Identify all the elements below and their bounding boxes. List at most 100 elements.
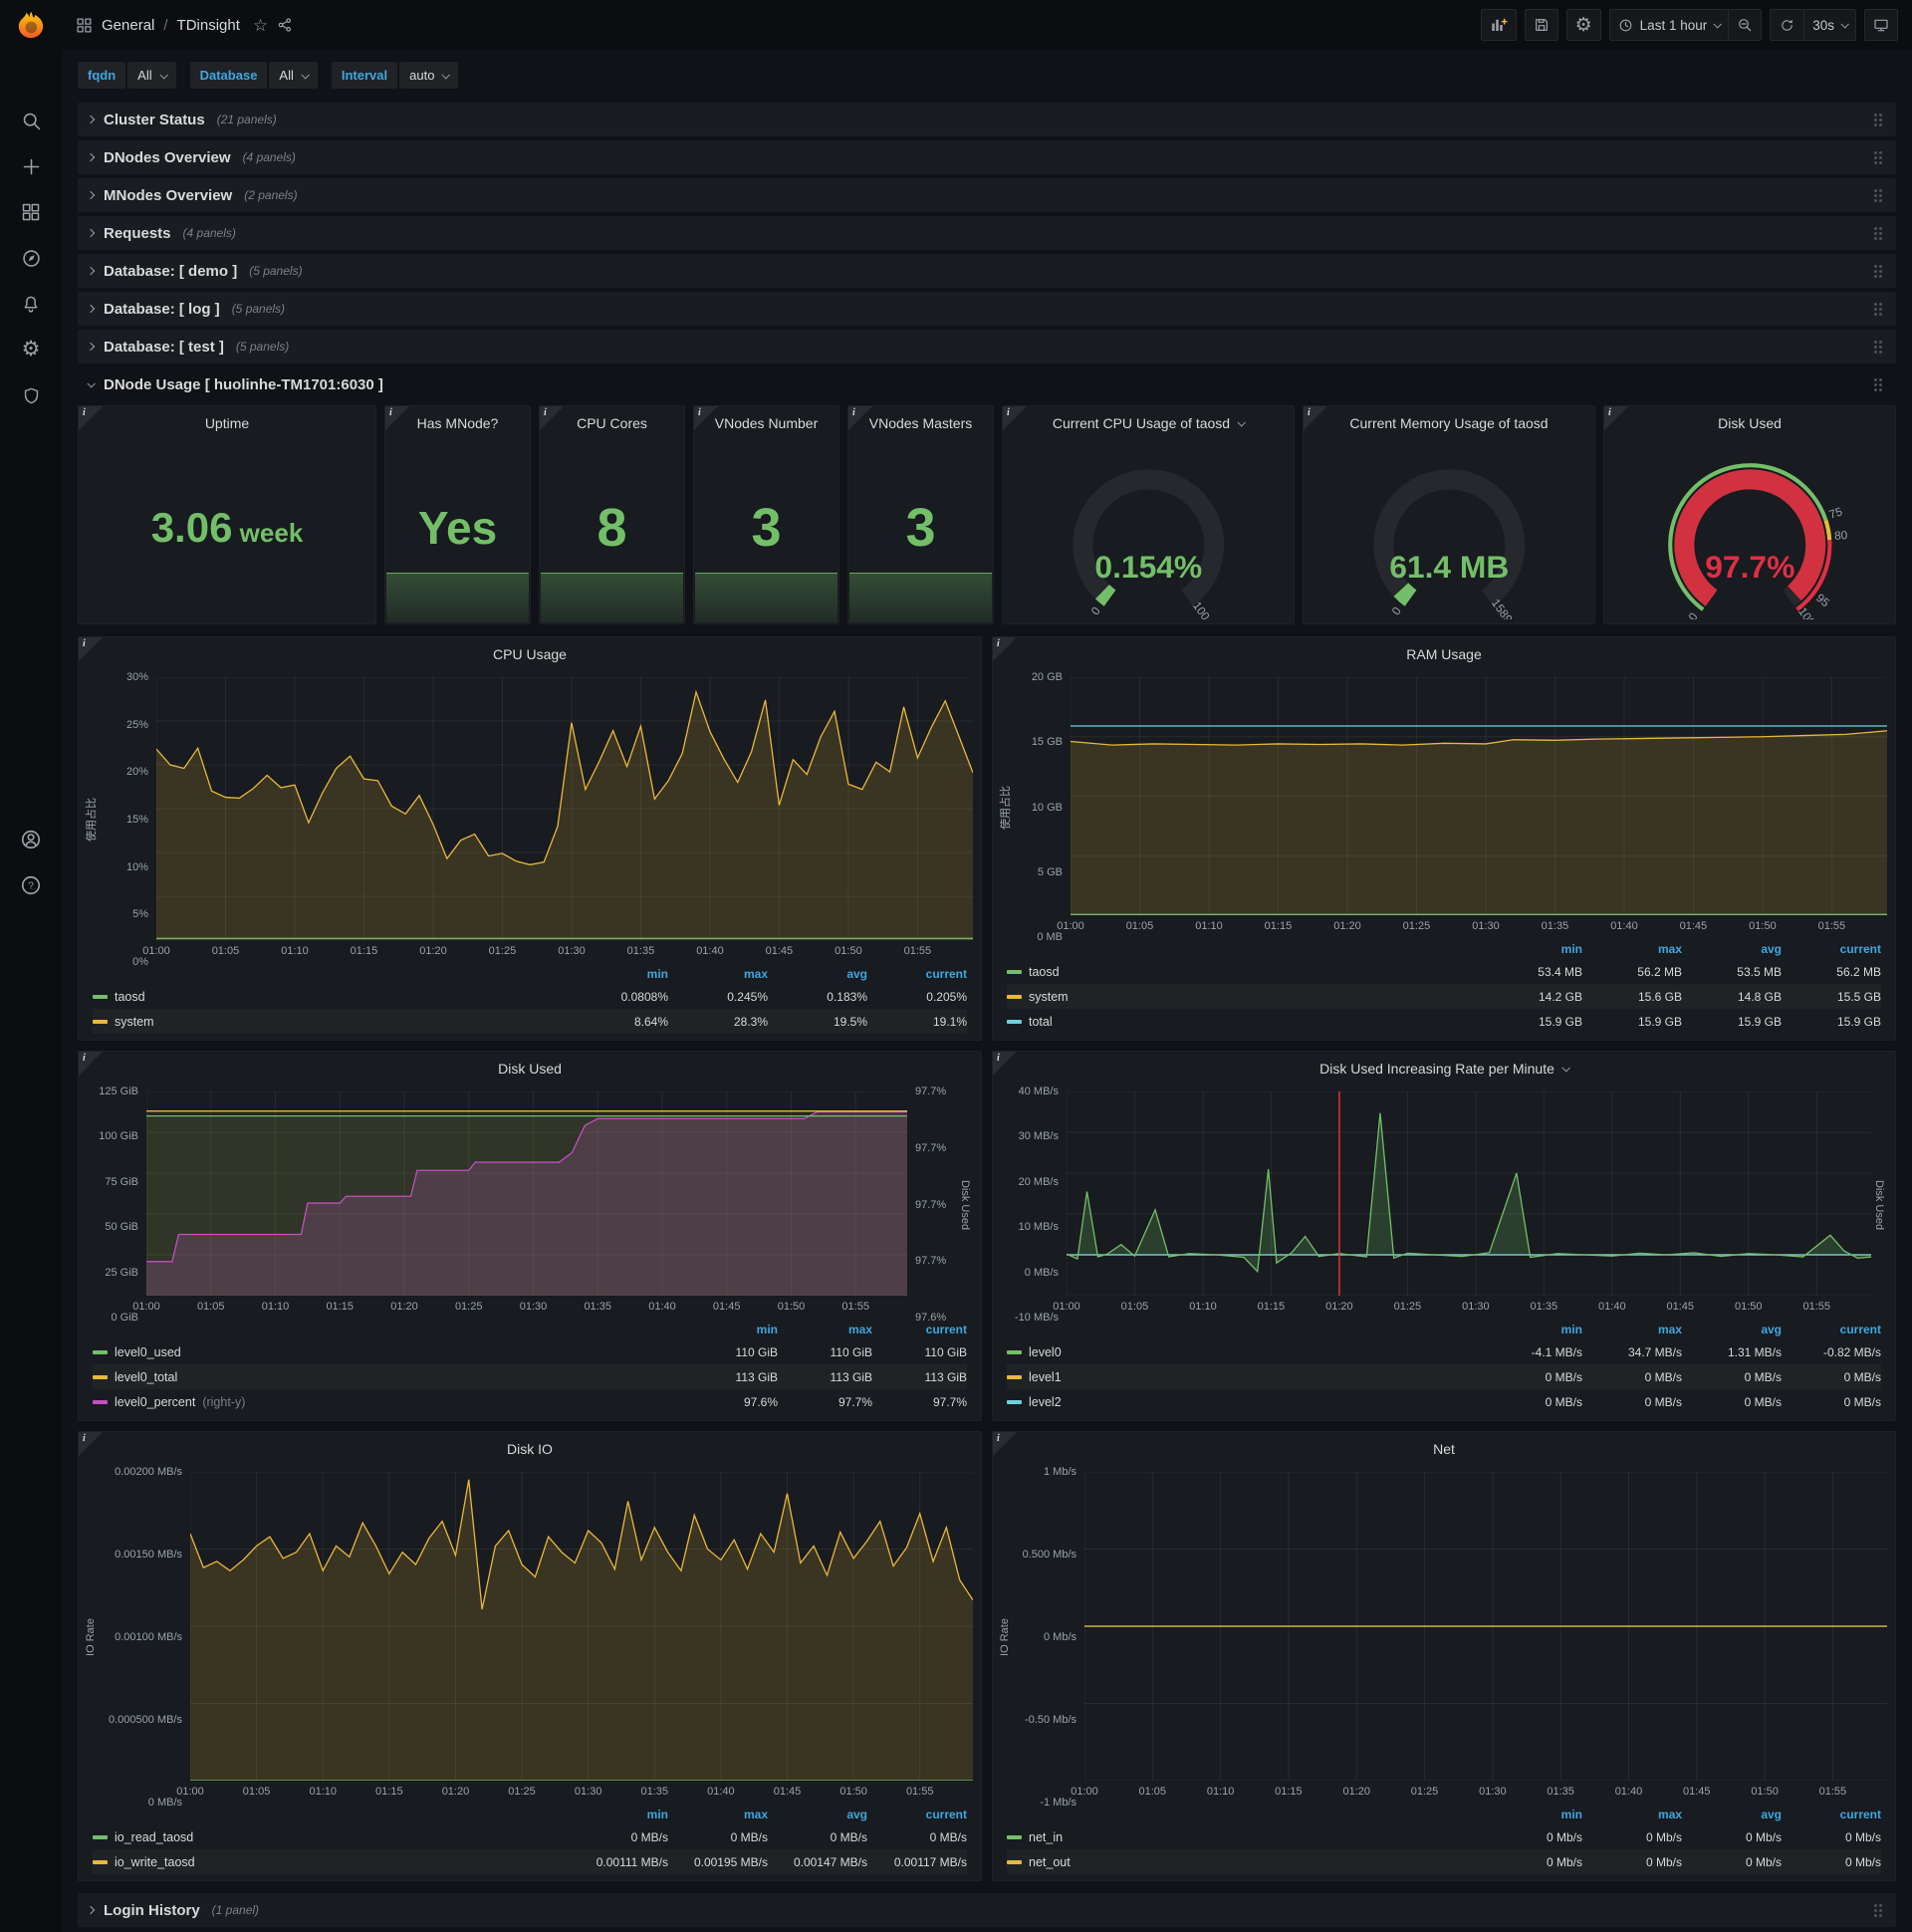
legend-col-avg[interactable]: avg (1682, 942, 1782, 956)
variable-label[interactable]: Interval (331, 62, 398, 89)
variable-value-dropdown[interactable]: All (127, 62, 176, 89)
panel-info-icon[interactable]: i (993, 637, 1017, 661)
legend-series-toggle[interactable]: total (1007, 1015, 1483, 1029)
time-range-picker[interactable]: Last 1 hour (1608, 9, 1729, 41)
add-panel-button[interactable] (1480, 9, 1517, 41)
legend-series-toggle[interactable]: system (1007, 990, 1483, 1004)
variable-value-dropdown[interactable]: auto (399, 62, 459, 89)
save-dashboard-button[interactable] (1524, 9, 1558, 41)
refresh-button[interactable] (1770, 9, 1804, 41)
dashboard-row-requests[interactable]: Requests (4 panels) (78, 216, 1896, 250)
sidebar-item-explore[interactable] (9, 239, 53, 277)
panel-info-icon[interactable]: i (79, 1432, 103, 1456)
panel-info-icon[interactable]: i (848, 406, 872, 430)
sidebar-item-plus[interactable] (9, 147, 53, 185)
dashboard-row-cluster-status[interactable]: Cluster Status (21 panels) (78, 103, 1896, 136)
legend-series-toggle[interactable]: system (93, 1015, 569, 1029)
plot-area[interactable] (1084, 1472, 1887, 1781)
plot-disk-io[interactable] (190, 1472, 973, 1781)
row-drag-handle[interactable] (1874, 340, 1882, 354)
panel-info-icon[interactable]: i (79, 406, 103, 430)
panel-info-icon[interactable]: i (385, 406, 409, 430)
legend-series-toggle[interactable]: taosd (1007, 965, 1483, 979)
dashboard-row-dnode-usage-huolinhe-tm1701-6030[interactable]: DNode Usage [ huolinhe-TM1701:6030 ] (78, 367, 1896, 401)
breadcrumb-folder[interactable]: General (102, 17, 154, 34)
sidebar-item-search[interactable] (9, 102, 53, 139)
legend-col-max[interactable]: max (1582, 1808, 1682, 1821)
panel-title[interactable]: Current CPU Usage of taosd (1003, 406, 1294, 440)
sidebar-item-dashboards[interactable] (9, 193, 53, 231)
gauge-current-cpu-usage-of-taosd[interactable]: 0 1000.154% (1008, 444, 1290, 620)
plot-area[interactable] (1067, 1091, 1871, 1296)
row-drag-handle[interactable] (1874, 377, 1882, 391)
plot-ram-usage[interactable] (1071, 677, 1887, 915)
panel-title[interactable]: Disk Used (1604, 406, 1895, 440)
legend-series-toggle[interactable]: level0_total (93, 1370, 683, 1384)
grafana-logo[interactable] (0, 0, 62, 50)
legend-col-avg[interactable]: avg (1682, 1808, 1782, 1821)
panel-info-icon[interactable]: i (1604, 406, 1628, 430)
dashboard-row-database-demo[interactable]: Database: [ demo ] (5 panels) (78, 254, 1896, 288)
plot-area[interactable] (146, 1091, 907, 1296)
cycle-view-mode-button[interactable] (1864, 9, 1898, 41)
dashboard-settings-button[interactable]: ⚙ (1565, 9, 1601, 41)
legend-col-avg[interactable]: avg (1682, 1323, 1782, 1336)
dashboard-row-database-test[interactable]: Database: [ test ] (5 panels) (78, 330, 1896, 363)
panel-title[interactable]: Disk IO (79, 1432, 981, 1466)
legend-col-current[interactable]: current (867, 1808, 967, 1821)
panel-info-icon[interactable]: i (993, 1432, 1017, 1456)
legend-col-max[interactable]: max (1582, 1323, 1682, 1336)
share-icon[interactable] (277, 17, 293, 33)
row-drag-handle[interactable] (1874, 302, 1882, 316)
row-drag-handle[interactable] (1874, 1903, 1882, 1917)
legend-col-min[interactable]: min (1483, 1808, 1582, 1821)
plot-net[interactable] (1084, 1472, 1887, 1781)
panel-title[interactable]: Disk Used (79, 1052, 981, 1086)
legend-series-toggle[interactable]: io_read_taosd (93, 1830, 569, 1844)
legend-col-max[interactable]: max (778, 1323, 872, 1336)
panel-info-icon[interactable]: i (694, 406, 718, 430)
panel-info-icon[interactable]: i (79, 1052, 103, 1076)
panel-info-icon[interactable]: i (1003, 406, 1027, 430)
dashboard-row-mnodes-overview[interactable]: MNodes Overview (2 panels) (78, 178, 1896, 212)
legend-col-avg[interactable]: avg (768, 967, 867, 981)
star-icon[interactable]: ☆ (253, 17, 268, 34)
row-drag-handle[interactable] (1874, 113, 1882, 126)
legend-col-max[interactable]: max (1582, 942, 1682, 956)
plot-area[interactable] (1071, 677, 1887, 915)
legend-series-toggle[interactable]: level1 (1007, 1370, 1483, 1384)
dashboard-row-database-log[interactable]: Database: [ log ] (5 panels) (78, 292, 1896, 326)
panel-title[interactable]: Disk Used Increasing Rate per Minute (993, 1052, 1895, 1086)
refresh-interval-picker[interactable]: 30s (1803, 9, 1856, 41)
legend-col-min[interactable]: min (1483, 1323, 1582, 1336)
sidebar-item-settings[interactable]: ⚙ (9, 331, 53, 368)
sidebar-item-shield[interactable] (9, 376, 53, 414)
dashboard-row-login-history[interactable]: Login History (1 panel) (78, 1893, 1896, 1927)
sidebar-item-help[interactable]: ? (9, 866, 53, 904)
legend-series-toggle[interactable]: net_out (1007, 1855, 1483, 1869)
legend-series-toggle[interactable]: level0 (1007, 1345, 1483, 1359)
panel-info-icon[interactable]: i (993, 1052, 1017, 1076)
row-drag-handle[interactable] (1874, 264, 1882, 278)
panel-title[interactable]: RAM Usage (993, 637, 1895, 671)
legend-col-min[interactable]: min (1483, 942, 1582, 956)
sidebar-item-avatar[interactable] (9, 821, 53, 858)
variable-value-dropdown[interactable]: All (269, 62, 318, 89)
plot-area[interactable] (190, 1472, 973, 1781)
dashboard-row-dnodes-overview[interactable]: DNodes Overview (4 panels) (78, 140, 1896, 174)
legend-col-min[interactable]: min (569, 1808, 668, 1821)
panel-info-icon[interactable]: i (79, 637, 103, 661)
variable-label[interactable]: fqdn (78, 62, 126, 89)
legend-col-current[interactable]: current (867, 967, 967, 981)
legend-col-min[interactable]: min (683, 1323, 778, 1336)
legend-series-toggle[interactable]: io_write_taosd (93, 1855, 569, 1869)
legend-series-toggle[interactable]: net_in (1007, 1830, 1483, 1844)
row-drag-handle[interactable] (1874, 226, 1882, 240)
gauge-disk-used[interactable]: 075809510097.7% (1609, 444, 1891, 620)
zoom-out-time-button[interactable] (1728, 9, 1763, 41)
sidebar-item-alerts[interactable] (9, 285, 53, 323)
legend-col-current[interactable]: current (872, 1323, 967, 1336)
row-drag-handle[interactable] (1874, 150, 1882, 164)
panel-title[interactable]: Net (993, 1432, 1895, 1466)
panel-title[interactable]: CPU Usage (79, 637, 981, 671)
